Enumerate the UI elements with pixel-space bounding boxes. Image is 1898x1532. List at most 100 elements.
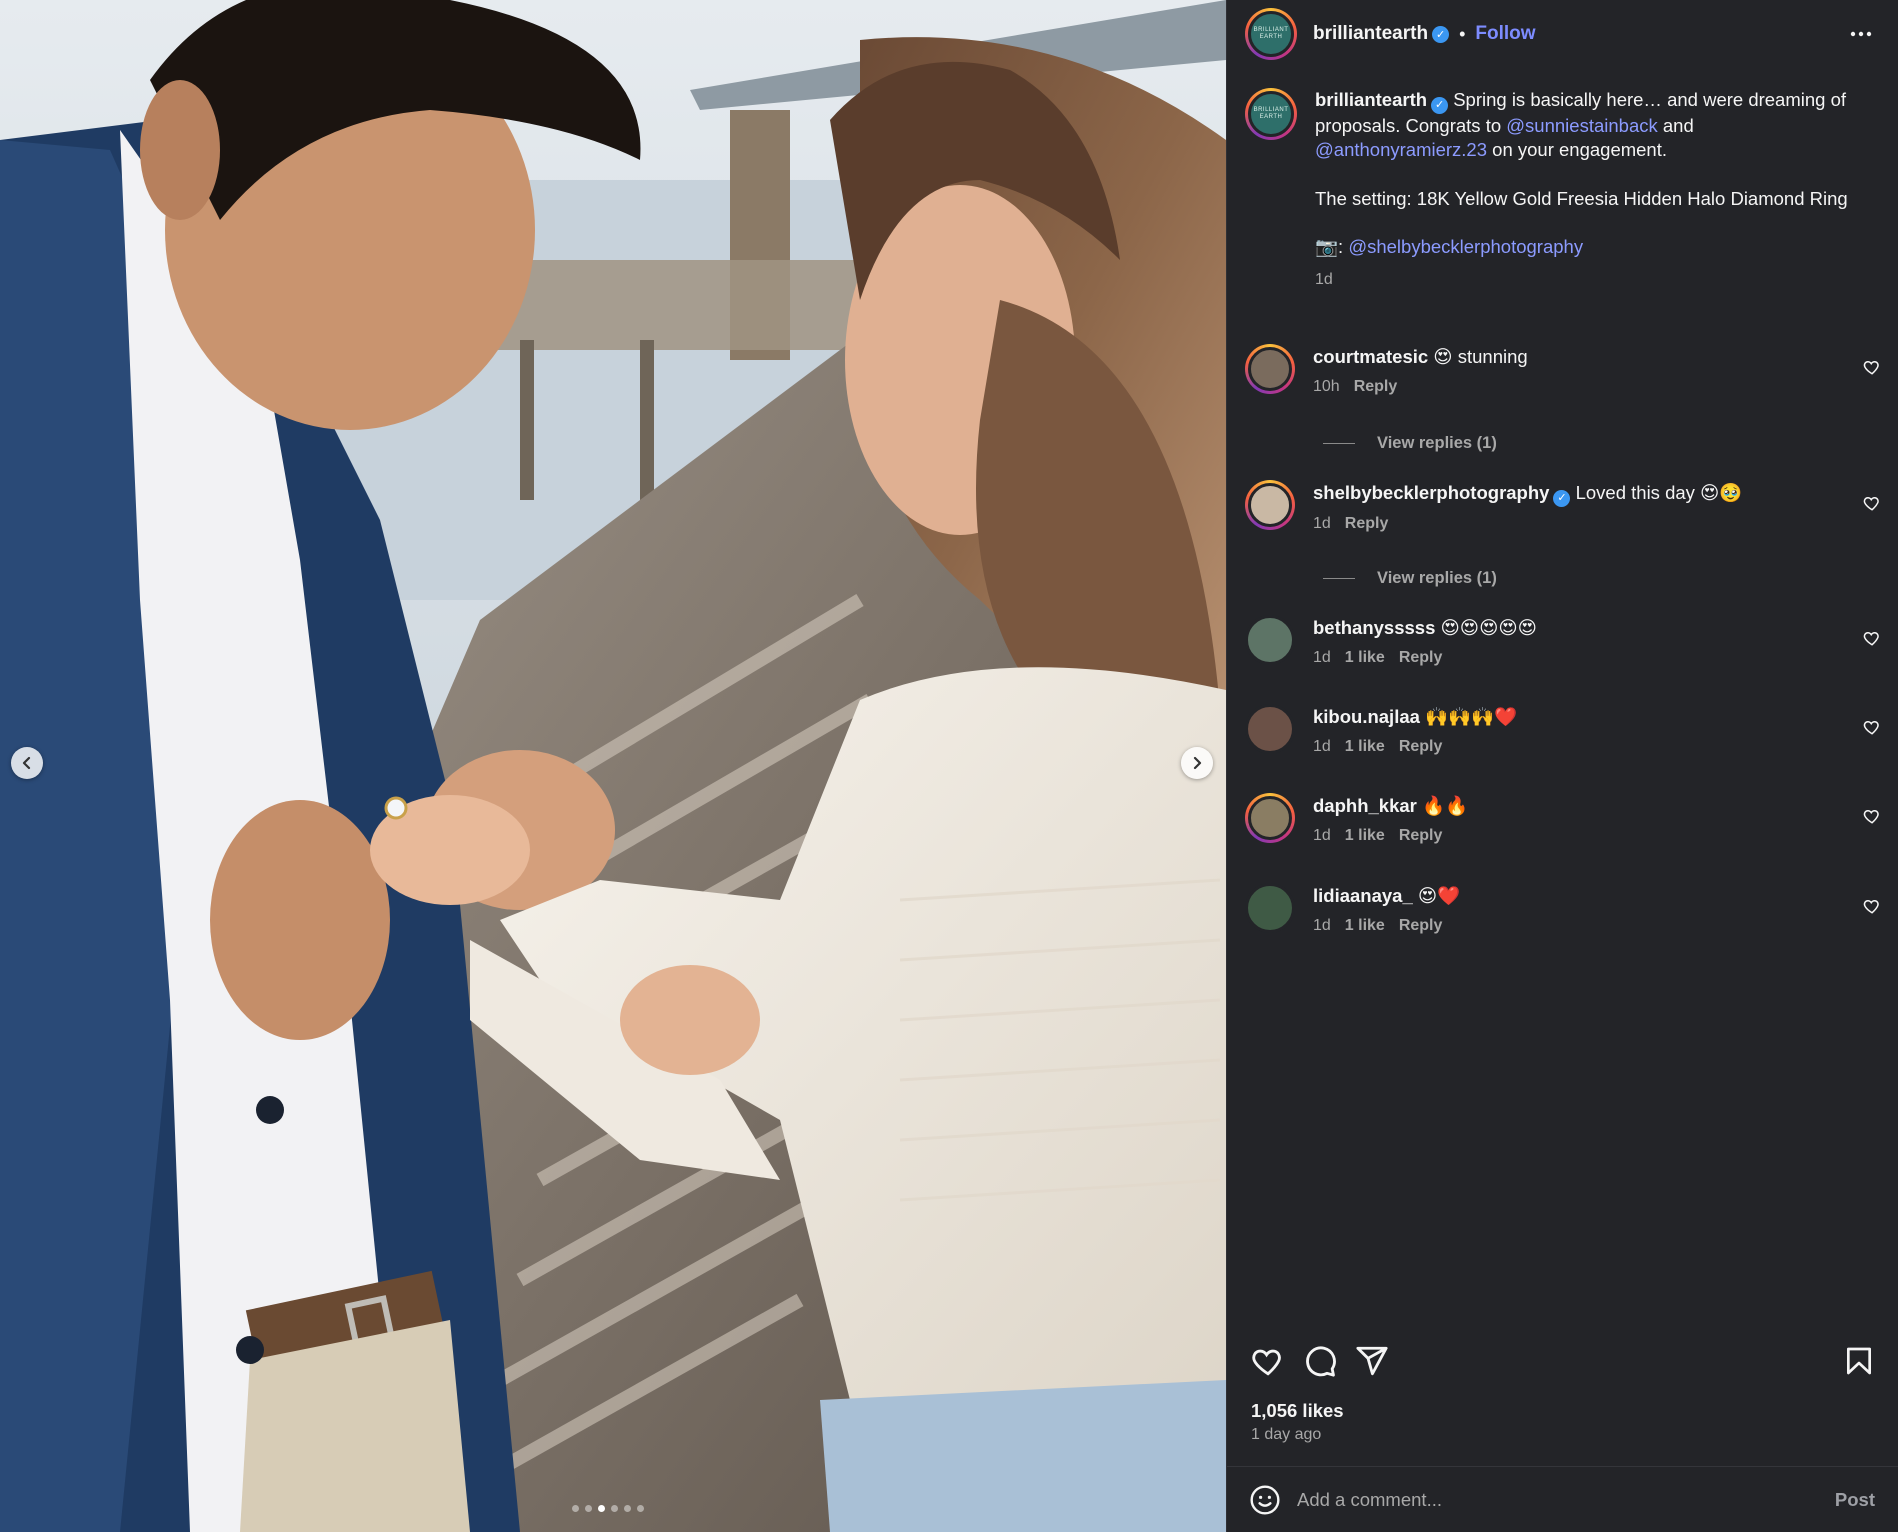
post-header: BRILLIANT EARTH brilliantearth ✓ • Follo… bbox=[1227, 0, 1898, 68]
comment-item: lidiaanaya_ 😍❤️ 1d 1 like Reply bbox=[1245, 883, 1885, 935]
caption-timestamp: 1d bbox=[1315, 270, 1333, 288]
comment-time: 10h bbox=[1313, 378, 1340, 395]
carousel-dot bbox=[637, 1505, 644, 1512]
brand-logo: BRILLIANT EARTH bbox=[1248, 11, 1294, 57]
comment-time: 1d bbox=[1313, 827, 1331, 844]
commenter-avatar[interactable] bbox=[1245, 480, 1295, 530]
view-replies-label: View replies (1) bbox=[1377, 434, 1497, 452]
post-caption: BRILLIANT EARTH brilliantearth ✓ Spring i… bbox=[1245, 88, 1865, 292]
view-replies-label: View replies (1) bbox=[1377, 569, 1497, 587]
mention-link[interactable]: @sunniestainback bbox=[1506, 115, 1657, 136]
comment-item: shelbybecklerphotography ✓ Loved this day… bbox=[1245, 480, 1885, 533]
carousel-dot bbox=[611, 1505, 618, 1512]
commenter-username[interactable]: shelbybecklerphotography bbox=[1313, 482, 1549, 503]
commenter-avatar[interactable] bbox=[1245, 883, 1295, 933]
comment-text: Loved this day 😍🥹 bbox=[1575, 482, 1743, 503]
like-comment-heart-icon[interactable] bbox=[1863, 718, 1881, 736]
divider-line bbox=[1323, 578, 1355, 579]
commenter-avatar[interactable] bbox=[1245, 793, 1295, 843]
comment-text: 😍 stunning bbox=[1433, 346, 1528, 367]
comment-input[interactable] bbox=[1297, 1488, 1797, 1511]
like-comment-heart-icon[interactable] bbox=[1863, 897, 1881, 915]
comment-item: daphh_kkar 🔥🔥 1d 1 like Reply bbox=[1245, 793, 1885, 845]
commenter-username[interactable]: courtmatesic bbox=[1313, 346, 1428, 367]
commenter-username[interactable]: bethanysssss bbox=[1313, 617, 1435, 638]
reply-button[interactable]: Reply bbox=[1399, 917, 1443, 934]
divider-line bbox=[1323, 443, 1355, 444]
comment-item: kibou.najlaa 🙌🙌🙌❤️ 1d 1 like Reply bbox=[1245, 704, 1885, 756]
previous-image-button[interactable] bbox=[11, 747, 43, 779]
brand-logo: BRILLIANT EARTH bbox=[1248, 91, 1294, 137]
carousel-dot bbox=[572, 1505, 579, 1512]
emoji-icon[interactable] bbox=[1249, 1484, 1281, 1516]
chevron-left-icon bbox=[22, 756, 31, 770]
view-replies-button[interactable]: View replies (1) bbox=[1323, 569, 1497, 588]
commenter-username[interactable]: daphh_kkar bbox=[1313, 795, 1417, 816]
verified-badge-icon: ✓ bbox=[1553, 489, 1571, 507]
comment-likes[interactable]: 1 like bbox=[1345, 649, 1385, 666]
carousel-dot bbox=[624, 1505, 631, 1512]
verified-badge-icon: ✓ bbox=[1432, 25, 1450, 43]
caption-text: brilliantearth ✓ Spring is basically here… bbox=[1315, 88, 1865, 163]
post-photo bbox=[0, 0, 1226, 1532]
comment-text: 😍😍😍😍😍 bbox=[1440, 617, 1537, 638]
author-avatar[interactable]: BRILLIANT EARTH bbox=[1245, 8, 1297, 60]
comment-time: 1d bbox=[1313, 514, 1331, 532]
carousel-dot bbox=[598, 1505, 605, 1512]
post-timestamp: 1 day ago bbox=[1251, 1426, 1322, 1443]
caption-author-avatar[interactable]: BRILLIANT EARTH bbox=[1245, 88, 1297, 140]
commenter-avatar[interactable] bbox=[1245, 704, 1295, 754]
follow-button[interactable]: Follow bbox=[1475, 23, 1535, 45]
bookmark-icon[interactable] bbox=[1843, 1344, 1875, 1378]
commenter-username[interactable]: lidiaanaya_ bbox=[1313, 885, 1413, 906]
reply-button[interactable]: Reply bbox=[1399, 649, 1443, 666]
reply-button[interactable]: Reply bbox=[1399, 738, 1443, 755]
reply-button[interactable]: Reply bbox=[1345, 515, 1389, 532]
post-media bbox=[0, 0, 1226, 1532]
comment-item: bethanysssss 😍😍😍😍😍 1d 1 like Reply bbox=[1245, 615, 1885, 667]
more-icon[interactable] bbox=[1849, 22, 1873, 46]
like-comment-heart-icon[interactable] bbox=[1863, 358, 1881, 376]
commenter-username[interactable]: kibou.najlaa bbox=[1313, 706, 1420, 727]
caption-text-part: on your engagement. bbox=[1487, 139, 1668, 161]
likes-count[interactable]: 1,056 likes bbox=[1251, 1400, 1344, 1422]
reply-button[interactable]: Reply bbox=[1354, 378, 1398, 395]
caption-text-part: and bbox=[1657, 114, 1694, 136]
caption-setting-line: The setting: 18K Yellow Gold Freesia Hid… bbox=[1315, 187, 1848, 209]
comment-likes[interactable]: 1 like bbox=[1345, 738, 1385, 755]
share-icon[interactable] bbox=[1355, 1344, 1389, 1378]
comment-likes[interactable]: 1 like bbox=[1345, 827, 1385, 844]
chevron-right-icon bbox=[1193, 756, 1202, 770]
post-details-panel: BRILLIANT EARTH brilliantearth ✓ • Follo… bbox=[1226, 0, 1898, 1532]
comment-time: 1d bbox=[1313, 917, 1331, 934]
commenter-avatar[interactable] bbox=[1245, 615, 1295, 665]
author-username[interactable]: brilliantearth bbox=[1313, 23, 1428, 45]
post-actions bbox=[1227, 1338, 1898, 1388]
caption-credit-line: 📷: @shelbybecklerphotography bbox=[1315, 235, 1865, 260]
comment-text: 🔥🔥 bbox=[1422, 795, 1469, 816]
like-comment-heart-icon[interactable] bbox=[1863, 494, 1881, 512]
comment-time: 1d bbox=[1313, 738, 1331, 755]
comment-likes[interactable]: 1 like bbox=[1345, 917, 1385, 934]
comment-icon[interactable] bbox=[1303, 1344, 1337, 1378]
comment-text: 😍❤️ bbox=[1417, 885, 1461, 906]
carousel-indicator bbox=[572, 1505, 644, 1512]
caption-username[interactable]: brilliantearth bbox=[1315, 89, 1427, 110]
mention-link[interactable]: @anthonyramierz.23 bbox=[1315, 139, 1487, 160]
heart-icon[interactable] bbox=[1251, 1344, 1285, 1378]
carousel-dot bbox=[585, 1505, 592, 1512]
like-comment-heart-icon[interactable] bbox=[1863, 629, 1881, 647]
verified-badge-icon: ✓ bbox=[1431, 96, 1449, 114]
post-comment-button[interactable]: Post bbox=[1835, 1489, 1875, 1511]
view-replies-button[interactable]: View replies (1) bbox=[1323, 434, 1497, 453]
comment-time: 1d bbox=[1313, 649, 1331, 666]
comment-item: courtmatesic 😍 stunning 10h Reply bbox=[1245, 344, 1885, 396]
add-comment-bar: Post bbox=[1227, 1466, 1898, 1532]
comment-text: 🙌🙌🙌❤️ bbox=[1425, 706, 1518, 727]
like-comment-heart-icon[interactable] bbox=[1863, 807, 1881, 825]
commenter-avatar[interactable] bbox=[1245, 344, 1295, 394]
next-image-button[interactable] bbox=[1181, 747, 1213, 779]
reply-button[interactable]: Reply bbox=[1399, 827, 1443, 844]
mention-link[interactable]: @shelbybecklerphotography bbox=[1348, 236, 1583, 257]
camera-emoji: 📷: bbox=[1315, 236, 1344, 258]
